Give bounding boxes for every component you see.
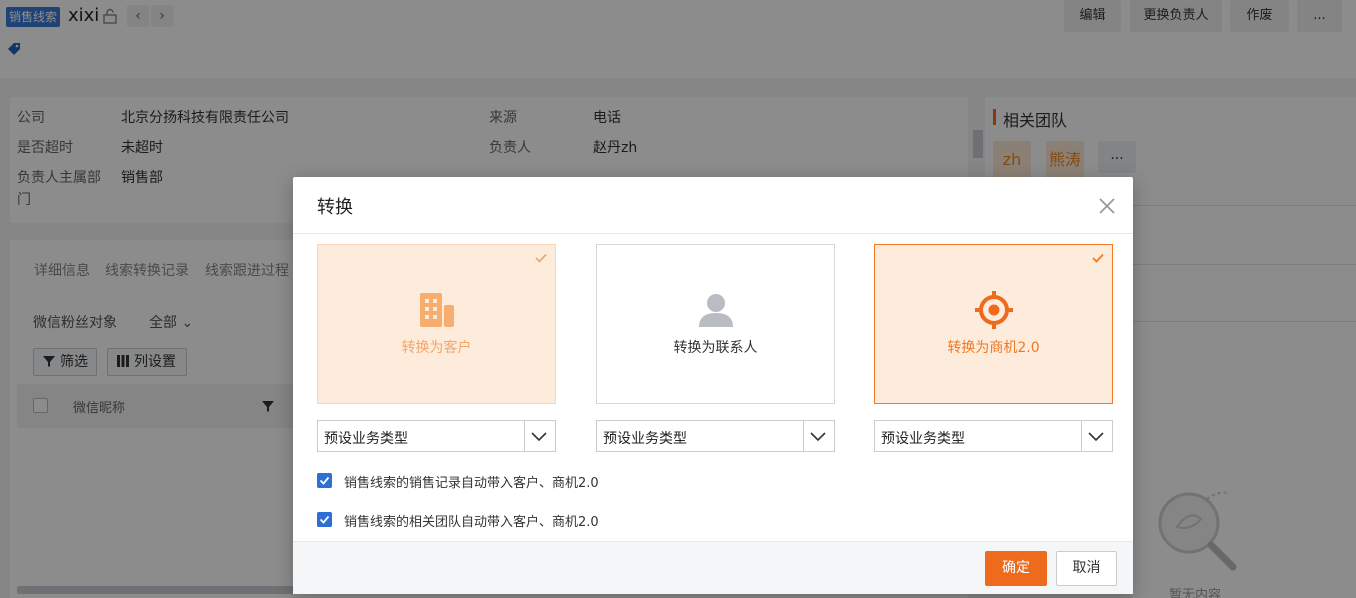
dialog-title: 转换 — [317, 197, 353, 218]
checkbox-checked-icon — [317, 512, 332, 527]
confirm-button[interactable]: 确定 — [985, 551, 1047, 586]
chevron-down-icon — [810, 432, 826, 442]
carry-sales-records-checkbox[interactable]: 销售线索的销售记录自动带入客户、商机2.0 — [317, 472, 637, 491]
customer-business-type-select[interactable]: 预设业务类型 — [317, 420, 556, 452]
check-icon — [1092, 253, 1104, 263]
convert-to-opportunity-option[interactable]: 转换为商机2.0 — [874, 244, 1113, 404]
contact-business-type-select[interactable]: 预设业务类型 — [596, 420, 835, 452]
select-value: 预设业务类型 — [603, 431, 687, 447]
carry-related-team-label: 销售线索的相关团队自动带入客户、商机2.0 — [344, 515, 599, 530]
checkbox-checked-icon — [317, 473, 332, 488]
carry-related-team-checkbox[interactable]: 销售线索的相关团队自动带入客户、商机2.0 — [317, 511, 637, 530]
convert-dialog: 转换 转换为客户 转换为联系人 转换为商机2.0 预设业务类型 预设业务类型 预… — [293, 177, 1133, 594]
convert-to-opportunity-label: 转换为商机2.0 — [947, 340, 1040, 356]
target-icon — [975, 291, 1013, 329]
convert-to-customer-option[interactable]: 转换为客户 — [317, 244, 556, 404]
select-value: 预设业务类型 — [324, 431, 408, 447]
convert-to-contact-option[interactable]: 转换为联系人 — [596, 244, 835, 404]
dialog-header: 转换 — [293, 177, 1133, 234]
dialog-footer: 确定 取消 — [293, 541, 1133, 594]
select-divider — [803, 421, 804, 451]
select-divider — [524, 421, 525, 451]
chevron-down-icon — [1088, 432, 1104, 442]
select-value: 预设业务类型 — [881, 431, 965, 447]
check-icon — [535, 253, 547, 263]
convert-to-contact-label: 转换为联系人 — [673, 340, 758, 356]
opportunity-business-type-select[interactable]: 预设业务类型 — [874, 420, 1113, 452]
cancel-button[interactable]: 取消 — [1056, 551, 1117, 586]
building-icon — [420, 293, 454, 327]
close-icon[interactable] — [1098, 197, 1116, 215]
convert-to-customer-label: 转换为客户 — [401, 340, 472, 356]
select-divider — [1081, 421, 1082, 451]
person-icon — [699, 294, 733, 327]
carry-sales-records-label: 销售线索的销售记录自动带入客户、商机2.0 — [344, 476, 599, 491]
chevron-down-icon — [531, 432, 547, 442]
